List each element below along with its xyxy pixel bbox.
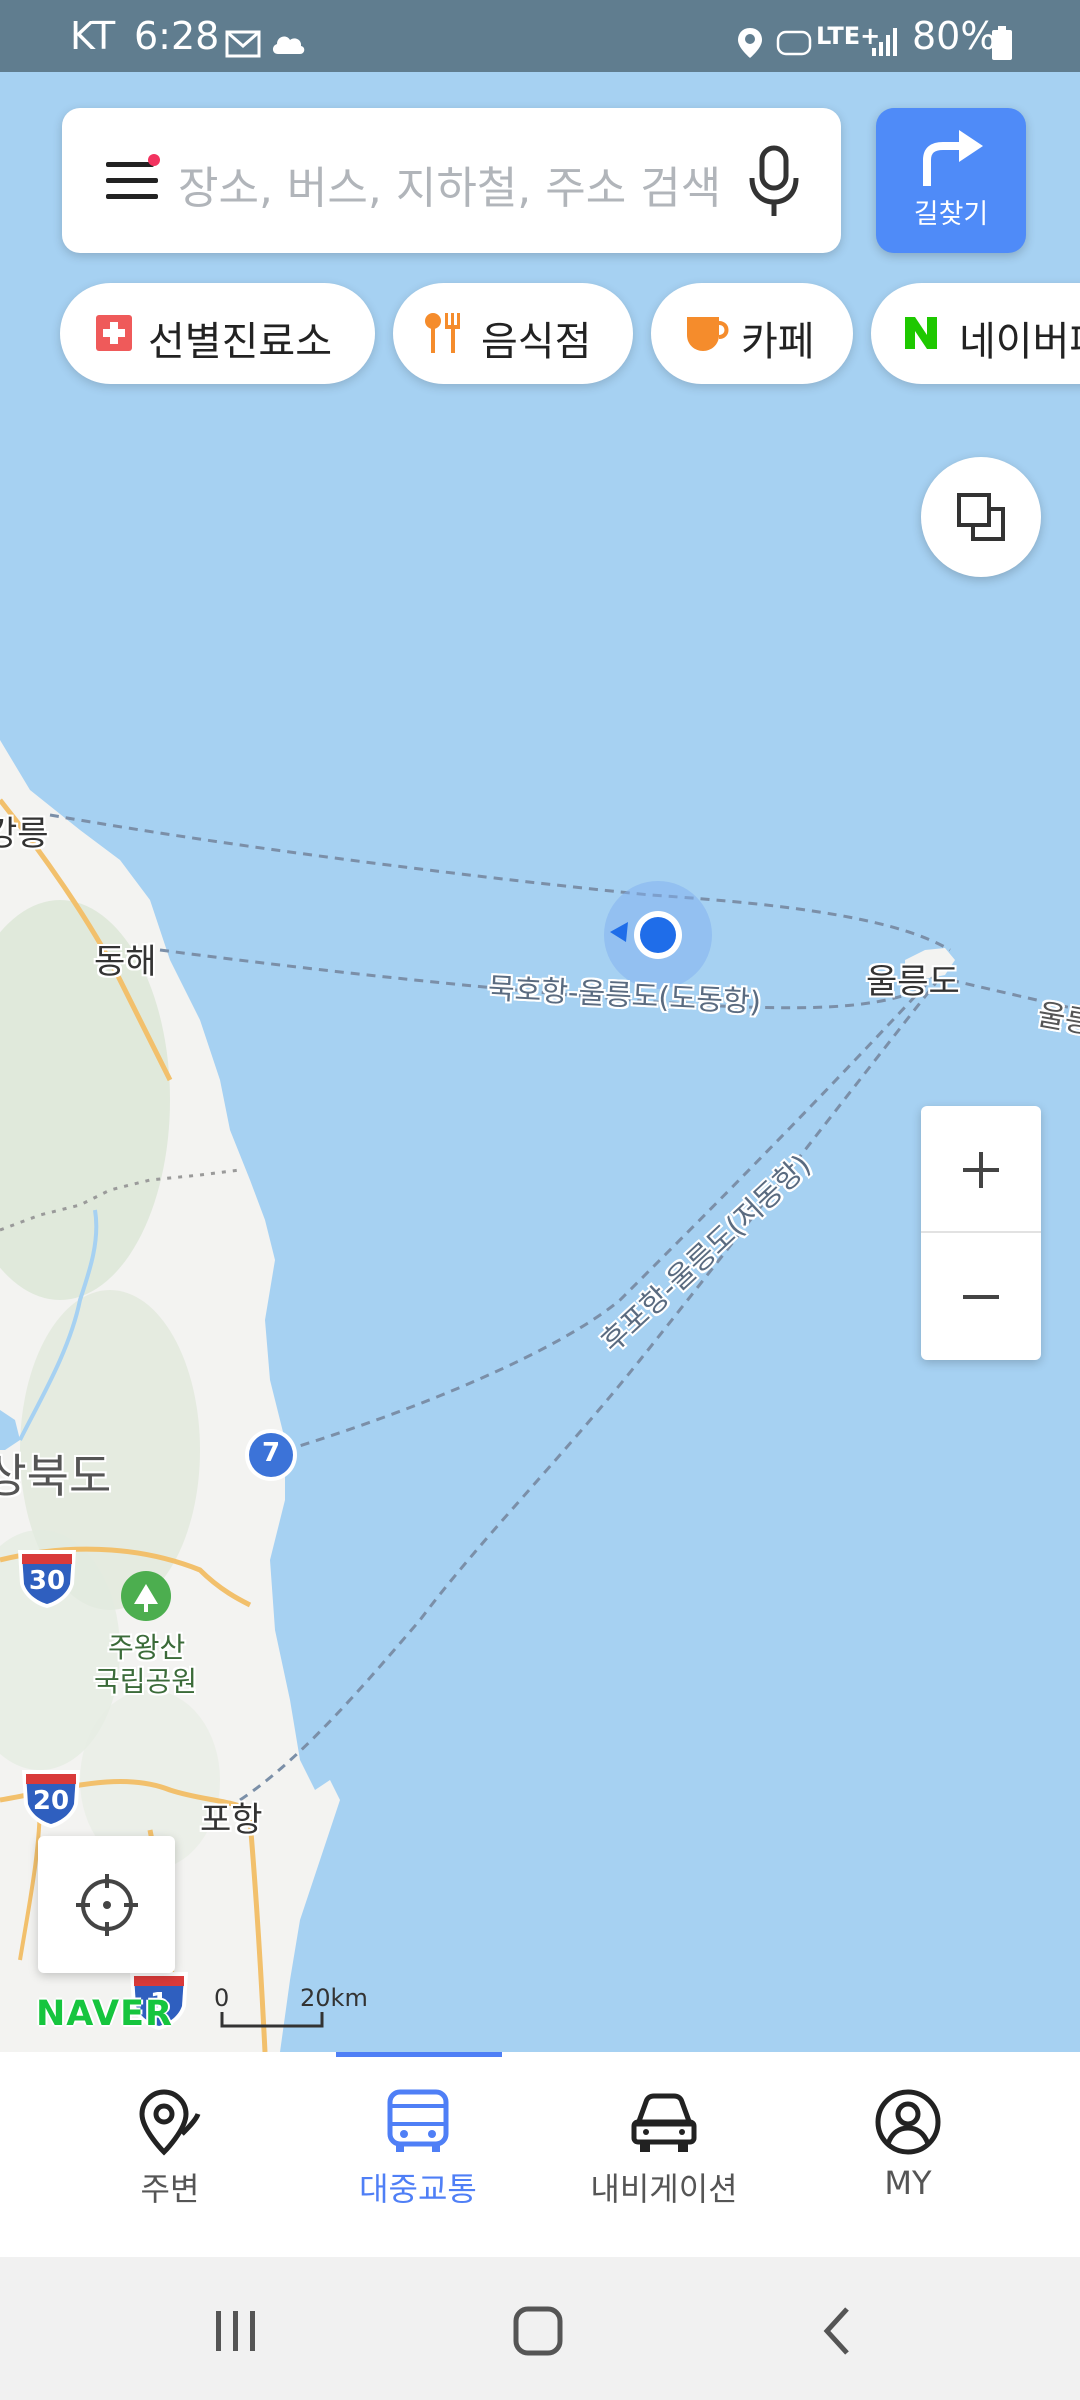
nav-label: MY — [884, 2164, 932, 2202]
scale-zero-label: 0 — [214, 1984, 230, 2012]
map-label-gangneung[interactable]: 강릉 — [0, 806, 49, 855]
minus-icon — [963, 1295, 999, 1299]
zoom-control — [921, 1106, 1041, 1360]
layers-icon — [957, 493, 1005, 541]
nav-label: 내비게이션 — [590, 2170, 738, 2208]
system-navigation-bar — [0, 2257, 1080, 2400]
profile-icon — [875, 2089, 941, 2155]
mail-icon — [225, 30, 261, 58]
battery-label: 80% — [912, 14, 997, 58]
back-icon[interactable] — [795, 2285, 885, 2375]
hd-voice-icon — [776, 30, 812, 56]
menu-icon[interactable] — [102, 154, 162, 208]
nav-item-transit[interactable]: 대중교통 — [318, 2052, 518, 2257]
home-icon[interactable] — [492, 2285, 582, 2375]
road-shield-7-label: 7 — [261, 1438, 281, 1468]
map-label-gyeongbuk[interactable]: 경상북도 — [0, 1440, 111, 1506]
map-label-ulleungdo[interactable]: 울릉도 — [866, 954, 960, 1003]
naver-n-icon — [905, 317, 937, 349]
zoom-in-button[interactable] — [921, 1106, 1041, 1233]
interstate-shield-30-label: 30 — [28, 1566, 66, 1596]
plus-icon — [963, 1152, 999, 1188]
map-label-juwangsan-park[interactable]: 국립공원 — [94, 1660, 197, 1700]
interstate-shield-20-label: 20 — [32, 1786, 70, 1816]
scale-distance-label: 20km — [300, 1984, 368, 2012]
map-label-donghae[interactable]: 동해 — [94, 934, 157, 983]
turn-right-arrow-icon — [923, 130, 983, 186]
signal-icon — [872, 28, 897, 56]
bottom-navigation: 주변 대중교통 내비게이션 MY — [0, 2052, 1080, 2257]
chip-restaurant[interactable]: 음식점 — [393, 283, 633, 384]
chip-screening-clinic[interactable]: 선별진료소 — [60, 283, 375, 384]
chip-naver-pay[interactable]: 네이버페 — [871, 283, 1080, 384]
nearby-pin-icon — [139, 2089, 201, 2156]
directions-label: 길찾기 — [913, 199, 989, 230]
search-input[interactable]: 장소, 버스, 지하철, 주소 검색 — [178, 152, 721, 216]
crosshair-icon — [76, 1874, 138, 1936]
nav-item-nearby[interactable]: 주변 — [70, 2052, 270, 2257]
car-icon — [631, 2093, 697, 2152]
nav-item-navigation[interactable]: 내비게이션 — [564, 2052, 764, 2257]
chip-label: 음식점 — [481, 319, 592, 365]
carrier-label: KT — [70, 14, 116, 58]
cloud-sync-icon — [272, 36, 305, 54]
status-bar: KT 6:28 LTE+ 80% — [0, 0, 1080, 72]
search-box[interactable]: 장소, 버스, 지하철, 주소 검색 — [62, 108, 841, 253]
chip-label: 선별진료소 — [148, 319, 332, 365]
recent-apps-icon[interactable] — [190, 2285, 280, 2375]
location-status-icon — [738, 28, 762, 58]
nav-item-my[interactable]: MY — [808, 2052, 1008, 2257]
map-label-pohang[interactable]: 포항 — [200, 1792, 263, 1841]
bus-icon — [387, 2089, 449, 2152]
battery-icon — [992, 26, 1012, 60]
clock-label: 6:28 — [134, 14, 220, 58]
chip-label: 카페 — [741, 319, 815, 365]
chip-cafe[interactable]: 카페 — [651, 283, 853, 384]
current-location-button[interactable] — [38, 1836, 175, 1973]
directions-button[interactable]: 길찾기 — [876, 108, 1026, 253]
zoom-out-button[interactable] — [921, 1233, 1041, 1360]
nav-label: 대중교통 — [359, 2170, 477, 2208]
scale-bar — [220, 2012, 324, 2028]
naver-logo: NAVER — [36, 1994, 173, 2034]
nav-label: 주변 — [140, 2170, 200, 2208]
chip-label: 네이버페 — [959, 319, 1080, 365]
fork-knife-icon — [425, 313, 460, 353]
microphone-icon[interactable] — [746, 144, 802, 220]
map-layers-button[interactable] — [921, 457, 1041, 577]
coffee-cup-icon — [687, 317, 729, 351]
medical-cross-icon — [96, 315, 132, 351]
